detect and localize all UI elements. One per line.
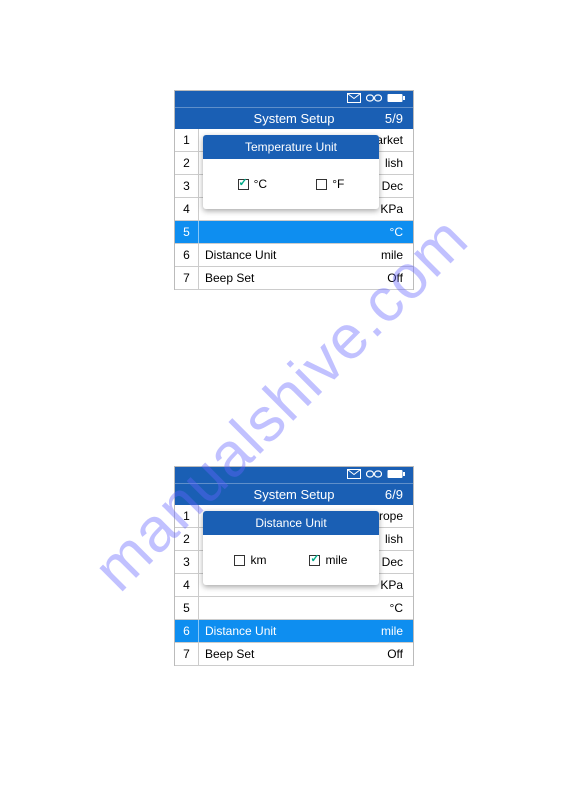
row-label: Distance Unit — [199, 624, 381, 638]
battery-icon — [387, 466, 405, 484]
battery-icon — [387, 90, 405, 108]
row-value: lish — [385, 156, 413, 170]
row-value: Dec — [382, 179, 413, 193]
popup-title: Distance Unit — [203, 511, 379, 535]
distance-unit-popup: Distance Unit km ✓ mile — [203, 511, 379, 585]
list-row-selected[interactable]: 5 °C — [175, 221, 413, 244]
mail-icon — [347, 90, 361, 108]
row-index: 2 — [175, 528, 199, 550]
list-row-selected[interactable]: 6 Distance Unit mile — [175, 620, 413, 643]
device-screen-1: System Setup 5/9 1 Europe Market 2 lish … — [174, 90, 414, 290]
row-index: 3 — [175, 175, 199, 197]
row-index: 7 — [175, 643, 199, 665]
row-index: 1 — [175, 505, 199, 527]
row-value: °C — [390, 601, 413, 615]
row-value: lish — [385, 532, 413, 546]
row-value: Off — [387, 647, 413, 661]
list-row[interactable]: 7 Beep Set Off — [175, 643, 413, 666]
row-value: KPa — [380, 578, 413, 592]
row-value: mile — [381, 624, 413, 638]
status-bar — [175, 467, 413, 483]
list-row[interactable]: 6 Distance Unit mile — [175, 244, 413, 267]
checkbox-checked-icon: ✓ — [309, 555, 320, 566]
title-bar: System Setup 5/9 — [175, 107, 413, 129]
row-index: 5 — [175, 221, 199, 243]
option-label: °F — [332, 177, 344, 191]
row-label: Beep Set — [199, 271, 387, 285]
page-indicator: 5/9 — [385, 111, 403, 126]
row-index: 5 — [175, 597, 199, 619]
settings-list: 1 Market Europe 2 lish 3 Dec 4 KPa 5 °C … — [175, 505, 413, 666]
row-index: 2 — [175, 152, 199, 174]
option-mile[interactable]: ✓ mile — [309, 553, 347, 567]
row-value: Off — [387, 271, 413, 285]
screen-title: System Setup — [254, 111, 335, 126]
option-fahrenheit[interactable]: °F — [316, 177, 344, 191]
option-km[interactable]: km — [234, 553, 266, 567]
title-bar: System Setup 6/9 — [175, 483, 413, 505]
row-index: 4 — [175, 574, 199, 596]
status-bar — [175, 91, 413, 107]
checkbox-icon — [316, 179, 327, 190]
temperature-unit-popup: Temperature Unit ✓ °C °F — [203, 135, 379, 209]
row-label: Beep Set — [199, 647, 387, 661]
screen-title: System Setup — [254, 487, 335, 502]
row-index: 6 — [175, 620, 199, 642]
row-value: mile — [381, 248, 413, 262]
option-label: °C — [254, 177, 267, 191]
option-label: km — [250, 553, 266, 567]
option-celsius[interactable]: ✓ °C — [238, 177, 267, 191]
page-indicator: 6/9 — [385, 487, 403, 502]
row-value: Dec — [382, 555, 413, 569]
option-label: mile — [325, 553, 347, 567]
row-value: °C — [390, 225, 413, 239]
checkbox-icon — [234, 555, 245, 566]
link-icon — [366, 466, 382, 484]
link-icon — [366, 90, 382, 108]
checkbox-checked-icon: ✓ — [238, 179, 249, 190]
popup-body: km ✓ mile — [203, 535, 379, 585]
settings-list: 1 Europe Market 2 lish 3 Dec 4 KPa 5 °C … — [175, 129, 413, 290]
list-row[interactable]: 7 Beep Set Off — [175, 267, 413, 290]
row-index: 6 — [175, 244, 199, 266]
device-screen-2: System Setup 6/9 1 Market Europe 2 lish … — [174, 466, 414, 666]
row-index: 1 — [175, 129, 199, 151]
row-index: 4 — [175, 198, 199, 220]
row-index: 3 — [175, 551, 199, 573]
row-label: Distance Unit — [199, 248, 381, 262]
popup-title: Temperature Unit — [203, 135, 379, 159]
row-value: KPa — [380, 202, 413, 216]
row-index: 7 — [175, 267, 199, 289]
mail-icon — [347, 466, 361, 484]
list-row[interactable]: 5 °C — [175, 597, 413, 620]
popup-body: ✓ °C °F — [203, 159, 379, 209]
